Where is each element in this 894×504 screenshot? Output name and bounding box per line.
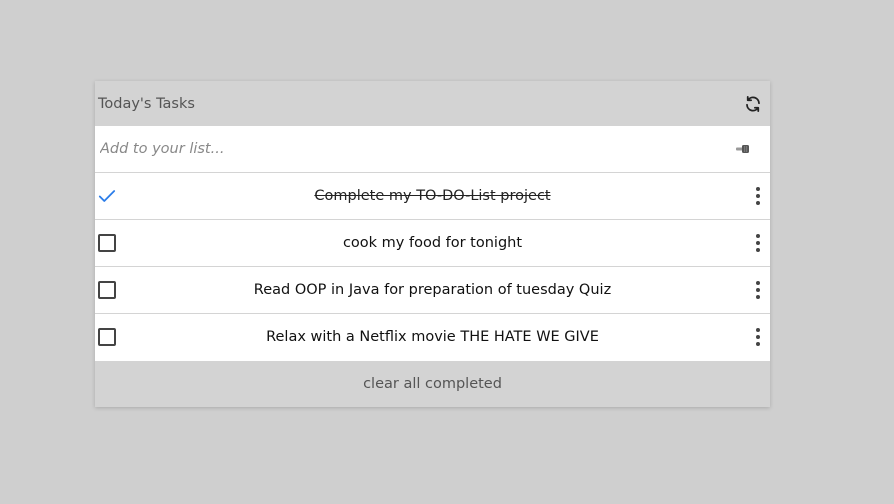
task-menu-button[interactable] bbox=[754, 234, 762, 252]
more-vertical-icon-dot bbox=[756, 194, 760, 198]
more-vertical-icon bbox=[756, 234, 760, 238]
todo-card: Today's Tasks Complete m bbox=[95, 81, 770, 407]
more-vertical-icon-dot bbox=[756, 288, 760, 292]
task-menu-button[interactable] bbox=[754, 328, 762, 346]
checkmark-icon bbox=[98, 190, 116, 202]
more-vertical-icon bbox=[756, 328, 760, 332]
task-menu-button[interactable] bbox=[754, 187, 762, 205]
task-checkbox[interactable] bbox=[98, 234, 116, 252]
task-text: Read OOP in Java for preparation of tues… bbox=[253, 282, 612, 298]
more-vertical-icon-dot bbox=[756, 342, 760, 346]
more-vertical-icon-dot bbox=[756, 241, 760, 245]
task-text: cook my food for tonight bbox=[342, 235, 523, 251]
task-row: Read OOP in Java for preparation of tues… bbox=[95, 267, 770, 314]
pointing-hand-icon bbox=[736, 145, 749, 153]
checkbox-box bbox=[98, 234, 116, 252]
add-task-row bbox=[95, 125, 770, 173]
refresh-button[interactable] bbox=[742, 93, 764, 115]
task-text: Relax with a Netflix movie THE HATE WE G… bbox=[266, 329, 599, 345]
task-checkbox[interactable] bbox=[98, 281, 116, 299]
task-menu-button[interactable] bbox=[754, 281, 762, 299]
card-header: Today's Tasks bbox=[95, 81, 770, 126]
checkbox-box bbox=[98, 281, 116, 299]
task-checkbox[interactable] bbox=[98, 328, 116, 346]
more-vertical-icon-dot bbox=[756, 295, 760, 299]
task-text: Complete my TO-DO-List project bbox=[314, 188, 551, 204]
add-task-input[interactable] bbox=[95, 125, 730, 173]
task-checkbox-checked[interactable] bbox=[98, 187, 116, 205]
task-row: cook my food for tonight bbox=[95, 220, 770, 267]
task-row: Complete my TO-DO-List project bbox=[95, 173, 770, 220]
more-vertical-icon-dot bbox=[756, 201, 760, 205]
task-row: Relax with a Netflix movie THE HATE WE G… bbox=[95, 314, 770, 360]
more-vertical-icon bbox=[756, 281, 760, 285]
checkbox-box bbox=[98, 328, 116, 346]
more-vertical-icon-dot bbox=[756, 335, 760, 339]
add-task-button[interactable] bbox=[730, 136, 756, 162]
more-vertical-icon-dot bbox=[756, 248, 760, 252]
refresh-icon bbox=[746, 95, 760, 112]
page-title: Today's Tasks bbox=[98, 95, 195, 112]
clear-completed-button[interactable]: clear all completed bbox=[95, 361, 770, 407]
more-vertical-icon bbox=[756, 187, 760, 191]
